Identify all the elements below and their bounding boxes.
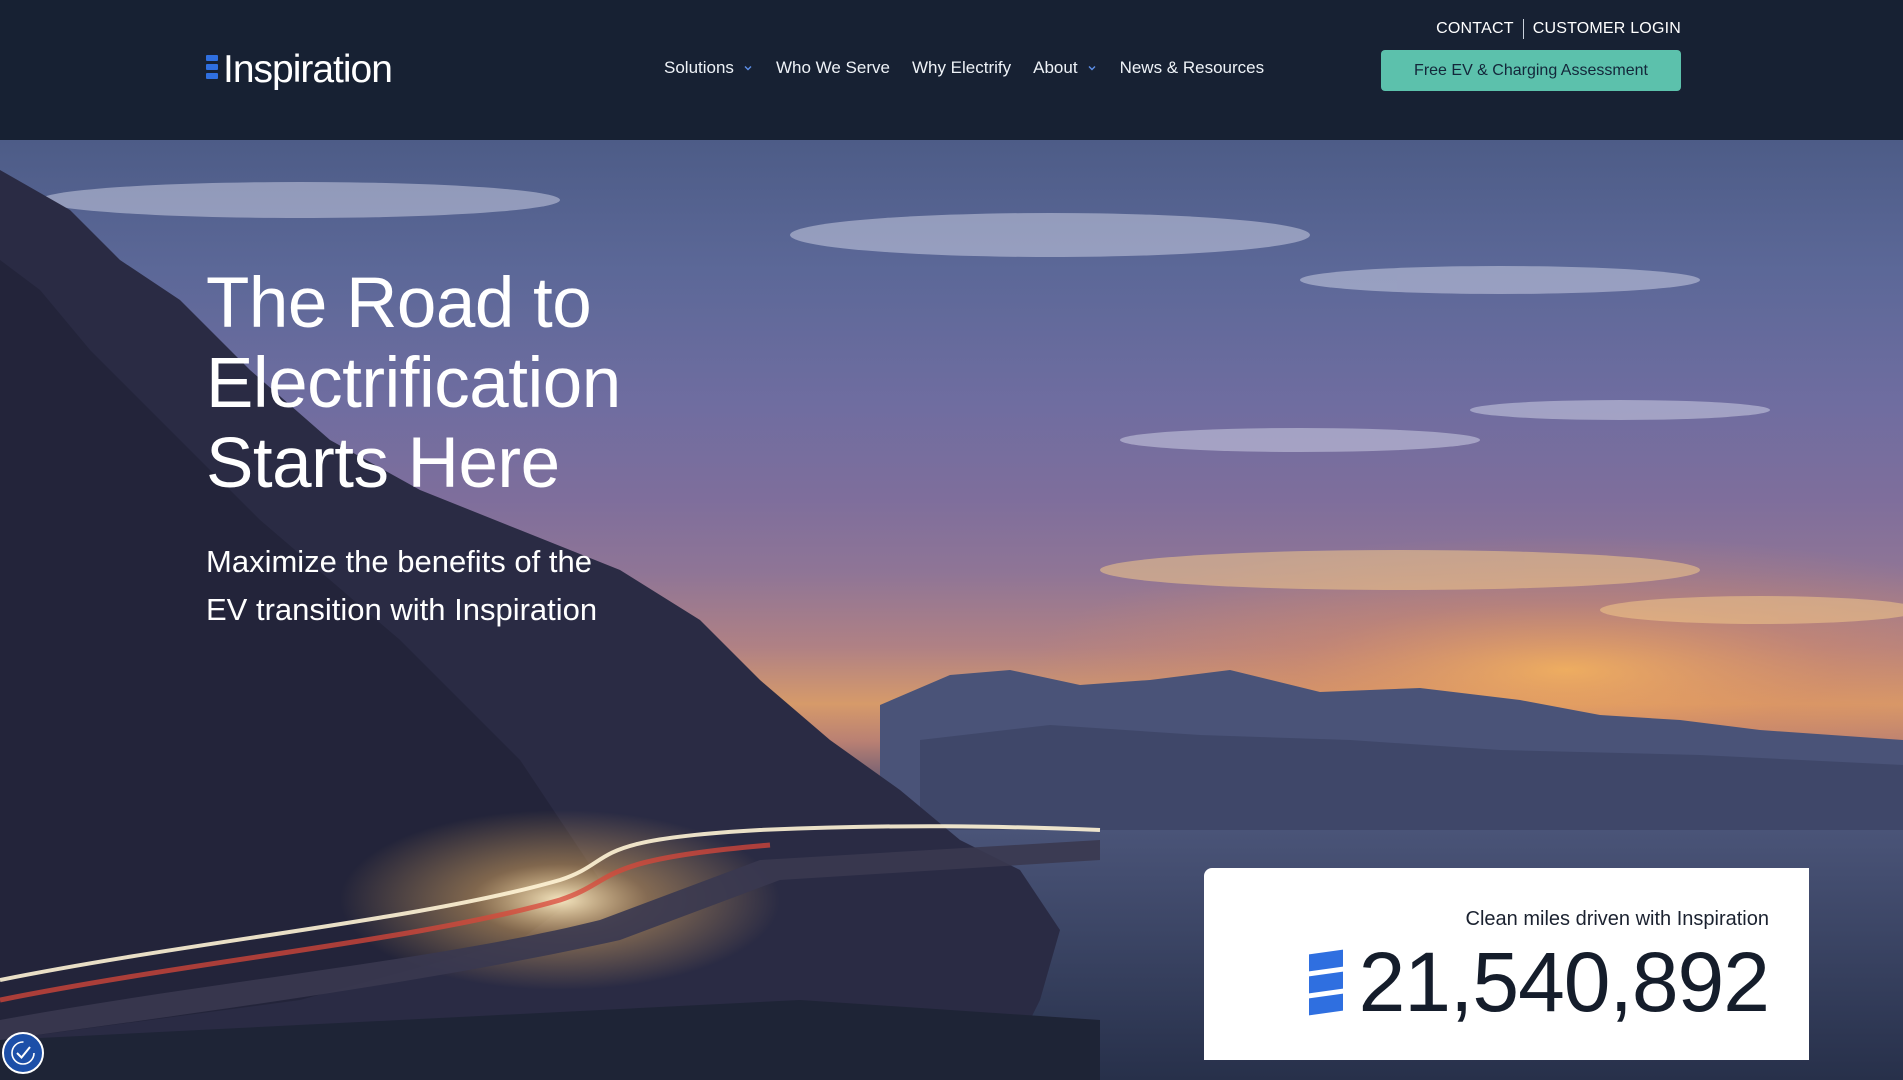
brand-logo[interactable]: Inspiration <box>206 48 393 92</box>
nav-item-label: Who We Serve <box>775 58 890 77</box>
hero-headline: The Road to Electrification Starts Here <box>206 264 726 504</box>
logo-mark-icon <box>206 55 218 79</box>
accessibility-icon <box>11 1041 35 1065</box>
headline-line: Electrification <box>206 344 621 423</box>
clean-miles-card: Clean miles driven with Inspiration 21,5… <box>1204 868 1809 1060</box>
nav-item-label: Why Electrify <box>911 58 1012 77</box>
nav-item-solutions[interactable]: Solutions <box>664 58 754 78</box>
accessibility-button[interactable] <box>2 1032 44 1074</box>
nav-item-who-we-serve[interactable]: Who We Serve <box>776 58 890 78</box>
nav-item-news-resources[interactable]: News & Resources <box>1120 58 1265 78</box>
nav-item-label: Solutions <box>664 58 734 77</box>
customer-login-link[interactable]: CUSTOMER LOGIN <box>1533 20 1681 38</box>
headline-line: The Road to <box>206 264 592 343</box>
headline-line: Starts Here <box>206 424 560 503</box>
nav-item-why-electrify[interactable]: Why Electrify <box>912 58 1011 78</box>
nav-item-label: About <box>1033 58 1078 77</box>
logo-mark-icon <box>1308 949 1343 1015</box>
brand-name: Inspiration <box>223 48 393 91</box>
clean-miles-row: 21,540,892 <box>1308 935 1770 1029</box>
main-nav: Solutions Who We Serve Why Electrify Abo… <box>664 58 1264 78</box>
free-assessment-button[interactable]: Free EV & Charging Assessment <box>1381 50 1681 91</box>
nav-item-about[interactable]: About <box>1033 58 1097 78</box>
chevron-down-icon <box>744 66 752 71</box>
utility-divider <box>1522 19 1524 39</box>
clean-miles-value: 21,540,892 <box>1358 935 1770 1029</box>
hero-subhead: Maximize the benefits of the EV transiti… <box>206 538 726 634</box>
hero-section: The Road to Electrification Starts Here … <box>0 140 1903 1080</box>
chevron-down-icon <box>1088 66 1096 71</box>
contact-link[interactable]: CONTACT <box>1436 20 1514 38</box>
subhead-line: EV transition with Inspiration <box>206 592 598 627</box>
utility-nav: CONTACT CUSTOMER LOGIN <box>1436 19 1681 39</box>
nav-item-label: News & Resources <box>1119 58 1265 77</box>
clean-miles-label: Clean miles driven with Inspiration <box>1465 908 1769 930</box>
subhead-line: Maximize the benefits of the <box>206 544 592 579</box>
site-header: Inspiration CONTACT CUSTOMER LOGIN Solut… <box>0 0 1903 140</box>
